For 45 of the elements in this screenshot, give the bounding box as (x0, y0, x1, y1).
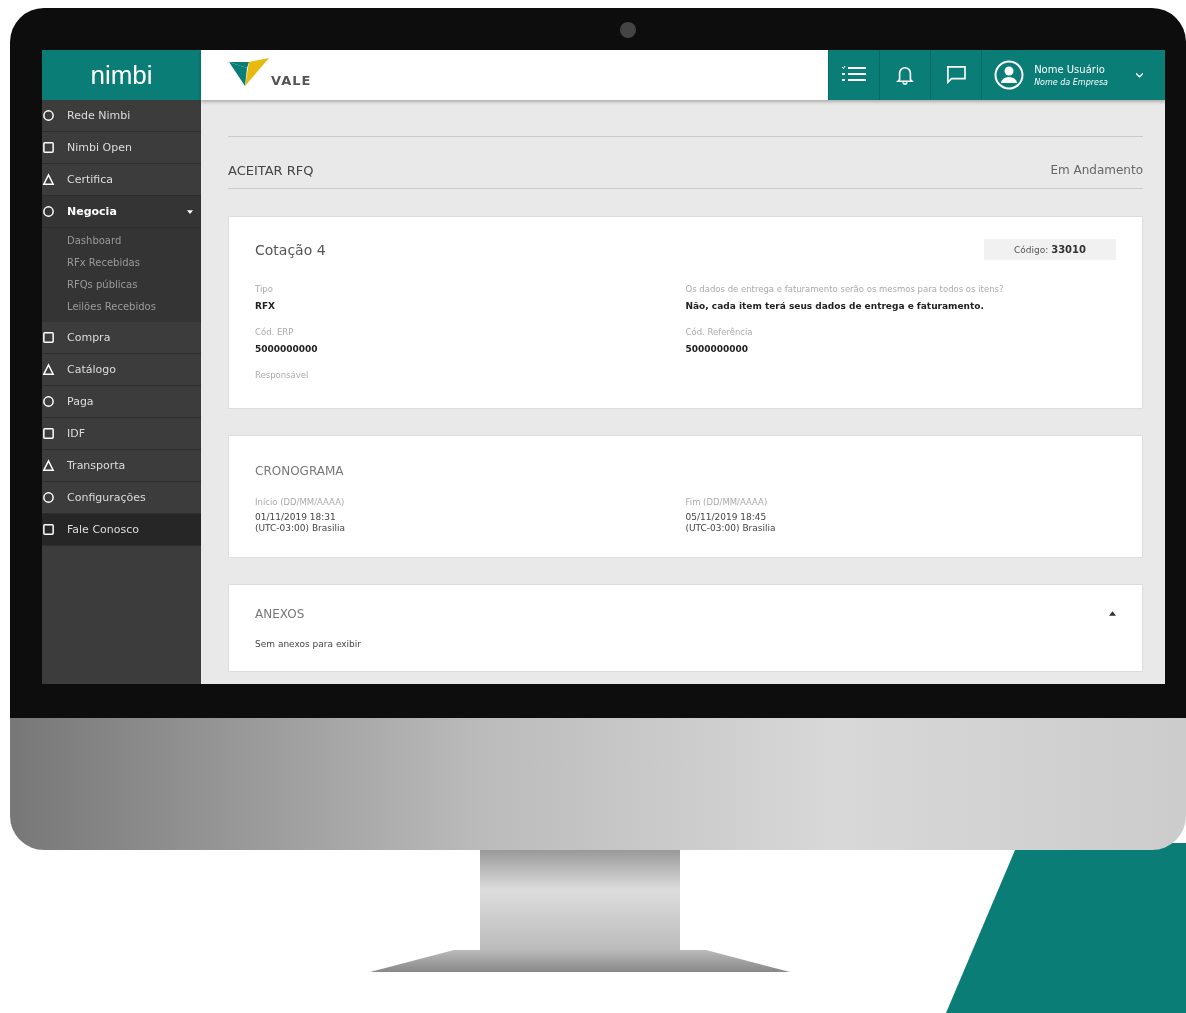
field-value: RFX (255, 301, 277, 311)
sidebar-item[interactable]: Fale Conosco (42, 514, 201, 546)
sidebar-item[interactable]: Catálogo (42, 354, 201, 386)
card-title: Cotação 4 (255, 241, 326, 258)
avatar-icon (994, 60, 1025, 90)
user-name: Nome Usuário (1034, 63, 1105, 75)
section-title: CRONOGRAMA (255, 464, 344, 478)
sidebar-item[interactable]: Compra (42, 322, 201, 354)
submenu-item[interactable]: Leilões Recebidos (42, 296, 201, 318)
status-text: Em Andamento (1050, 163, 1143, 178)
bell-icon (896, 65, 915, 85)
sidebar-item[interactable]: Rede Nimbi (42, 100, 201, 132)
caret-icon[interactable] (1109, 611, 1116, 616)
chevron-down-icon (1136, 72, 1143, 78)
field-value: 05/11/2019 18:45 (UTC-03:00) Brasilia (685, 512, 777, 535)
field-label: Início (DD/MM/AAAA) (255, 497, 346, 507)
field-label: Cód. ERP (255, 327, 295, 337)
chat-icon (946, 66, 967, 84)
v-logo-icon (229, 58, 269, 88)
field-label: Os dados de entrega e faturamento serão os mesmos para todos os itens? (685, 284, 1005, 294)
field-label: Cód. Referência (685, 327, 754, 337)
submenu-item[interactable]: RFx Recebidas (42, 252, 201, 274)
field-value: 5000000000 (255, 344, 319, 354)
field-label: Tipo (255, 284, 274, 294)
sidebar-item[interactable]: Transporta (42, 450, 201, 482)
page-title: ACEITAR RFQ (228, 163, 314, 178)
sidebar-item[interactable]: IDF (42, 418, 201, 450)
camera-dot (620, 22, 636, 38)
sidebar-item[interactable]: Negocia (42, 196, 201, 228)
field-label: Responsável (255, 370, 310, 380)
code-badge: Código: 33010 (984, 239, 1116, 260)
field-value: Não, cada item terá seus dados de entrega e faturamento. (685, 301, 985, 311)
empty-message: Sem anexos para exibir (255, 638, 362, 649)
field-value: 5000000000 (685, 344, 750, 354)
company-name: Nome da Empresa (1034, 77, 1108, 87)
sidebar-item[interactable]: Nimbi Open (42, 132, 201, 164)
field-value: 01/11/2019 18:31 (UTC-03:00) Brasilia (255, 512, 346, 535)
sidebar-item[interactable]: Paga (42, 386, 201, 418)
brand-name: VALE (271, 73, 312, 88)
submenu-item[interactable]: RFQs públicas (42, 274, 201, 296)
logo: nimbi (90, 59, 153, 91)
submenu-item[interactable]: Dashboard (42, 230, 201, 252)
field-label: Fim (DD/MM/AAAA) (685, 497, 769, 507)
section-title: ANEXOS (255, 606, 305, 621)
caret-icon (187, 209, 193, 214)
